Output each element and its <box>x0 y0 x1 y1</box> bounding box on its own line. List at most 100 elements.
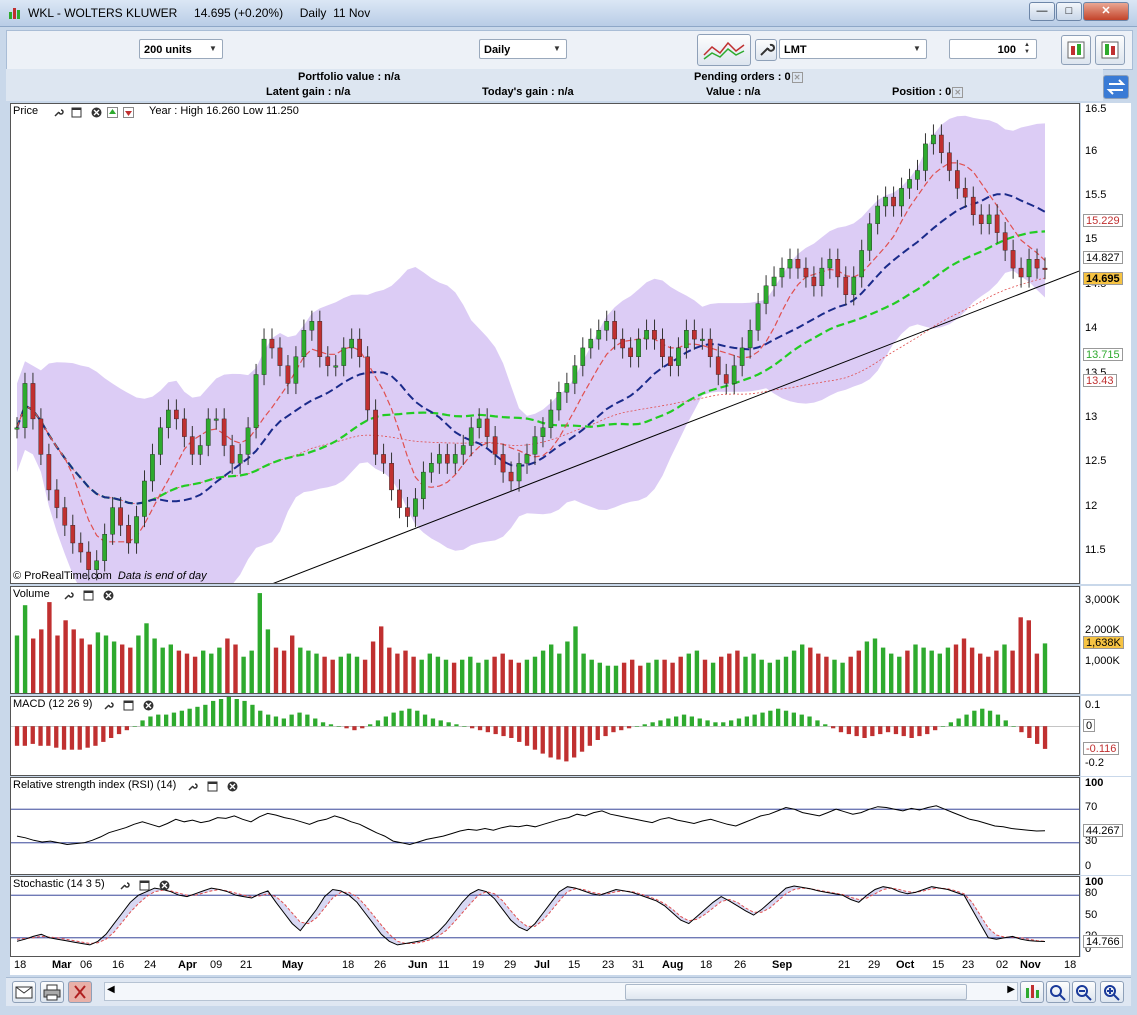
quantity-stepper[interactable]: 100 ▲ ▼ <box>949 39 1037 59</box>
auto-scale-button[interactable] <box>1020 981 1044 1003</box>
macd-bar <box>744 716 749 727</box>
macd-bar <box>77 726 82 750</box>
volume-bar <box>767 662 772 693</box>
horizontal-scrollbar[interactable]: ◀ ▶ <box>104 982 1018 1001</box>
wrench-icon[interactable] <box>187 781 198 792</box>
wrench-icon[interactable] <box>53 107 64 118</box>
email-button[interactable] <box>12 981 36 1003</box>
swap-arrows-icon <box>1106 79 1126 95</box>
volume-bar <box>217 647 222 693</box>
volume-bar <box>605 665 611 693</box>
volume-bar <box>451 662 457 693</box>
candle <box>181 418 187 437</box>
zoom-out-button[interactable] <box>1072 981 1096 1003</box>
envelope-icon <box>15 986 33 999</box>
candle <box>421 471 426 499</box>
candle <box>947 152 952 171</box>
zoom-fit-button[interactable] <box>1046 981 1070 1003</box>
wrench-icon[interactable] <box>119 880 130 891</box>
candle <box>1018 267 1024 278</box>
candle <box>309 321 315 331</box>
candle <box>891 196 896 207</box>
zoom-in-button[interactable] <box>1100 981 1124 1003</box>
candle <box>46 454 52 491</box>
y-tick-label: 16.5 <box>1085 103 1107 115</box>
volume-bar <box>144 623 149 693</box>
print-button[interactable] <box>40 981 64 1003</box>
close-icon[interactable]: ✕ <box>791 71 803 83</box>
close-icon[interactable]: ✕ <box>952 86 964 98</box>
period-select[interactable]: Daily ▼ <box>479 39 567 59</box>
macd-bar <box>540 726 545 754</box>
candle <box>165 409 171 428</box>
maximize-button[interactable]: □ <box>1056 2 1082 21</box>
macd-bar <box>446 722 451 727</box>
minimize-button[interactable]: — <box>1029 2 1055 21</box>
scroll-right-icon[interactable]: ▶ <box>1007 984 1015 995</box>
order-type-select[interactable]: LMT ▼ <box>779 39 927 59</box>
sell-order-button[interactable] <box>1095 35 1125 65</box>
volume-bar <box>460 659 465 693</box>
macd-bar <box>948 722 953 727</box>
candle <box>819 267 825 287</box>
units-select[interactable]: 200 units ▼ <box>139 39 223 59</box>
window-icon[interactable] <box>83 590 94 601</box>
macd-bar <box>799 714 804 727</box>
close-button[interactable]: ✕ <box>1083 2 1129 21</box>
macd-bar <box>642 724 647 727</box>
move-down-icon[interactable] <box>123 107 134 118</box>
volume-bar <box>735 650 740 693</box>
window-icon[interactable] <box>207 781 218 792</box>
volume-bar <box>630 659 635 693</box>
scroll-thumb[interactable] <box>625 984 967 1000</box>
delete-button[interactable] <box>68 981 92 1003</box>
macd-bar <box>878 726 883 735</box>
chevron-down-icon: ▼ <box>913 44 921 53</box>
latent-gain: Latent gain : n/a <box>266 86 351 98</box>
close-icon[interactable] <box>227 781 238 792</box>
close-icon[interactable] <box>103 590 114 601</box>
volume-bar <box>516 662 521 693</box>
y-tick-label: 14 <box>1085 322 1098 335</box>
stochastic-panel: Stochastic (14 3 5) <box>10 876 1080 957</box>
x-tick-label: Apr <box>178 959 197 971</box>
chart-indicators-button[interactable] <box>697 34 751 66</box>
macd-bar <box>226 697 231 727</box>
move-up-icon[interactable] <box>107 107 118 118</box>
order-settings-button[interactable] <box>755 39 777 61</box>
candle <box>381 454 386 464</box>
volume-bar <box>961 638 967 693</box>
close-icon[interactable] <box>159 880 170 891</box>
macd-bar <box>579 726 585 752</box>
x-tick-label: 18 <box>14 959 27 971</box>
candle <box>293 356 299 384</box>
volume-bar <box>800 644 805 693</box>
volume-bar <box>597 662 602 693</box>
window-icon[interactable] <box>71 107 82 118</box>
close-icon[interactable] <box>91 107 102 118</box>
buy-order-button[interactable] <box>1061 35 1091 65</box>
swap-button[interactable] <box>1103 75 1129 99</box>
window-icon[interactable] <box>139 880 150 891</box>
y-tick-label: 15 <box>1085 233 1098 246</box>
macd-bar <box>430 718 436 727</box>
chevron-down-icon: ▼ <box>209 44 217 53</box>
wrench-icon[interactable] <box>63 590 74 601</box>
rsi-value-tag: 44.267 <box>1083 823 1123 837</box>
candle <box>516 463 522 482</box>
volume-bar <box>783 656 789 693</box>
macd-bar <box>61 726 67 750</box>
macd-bar <box>1042 726 1048 749</box>
x-tick-label: Jul <box>534 959 550 971</box>
window-icon[interactable] <box>123 700 134 711</box>
wrench-icon[interactable] <box>103 700 114 711</box>
macd-bar <box>109 726 114 738</box>
close-icon[interactable] <box>143 700 154 711</box>
candle <box>692 329 697 340</box>
volume-bar <box>880 647 886 693</box>
macd-bar <box>1035 726 1040 744</box>
todays-gain: Today's gain : n/a <box>482 86 574 98</box>
scroll-left-icon[interactable]: ◀ <box>107 984 115 995</box>
macd-bar <box>681 714 687 727</box>
volume-bar <box>775 659 781 693</box>
